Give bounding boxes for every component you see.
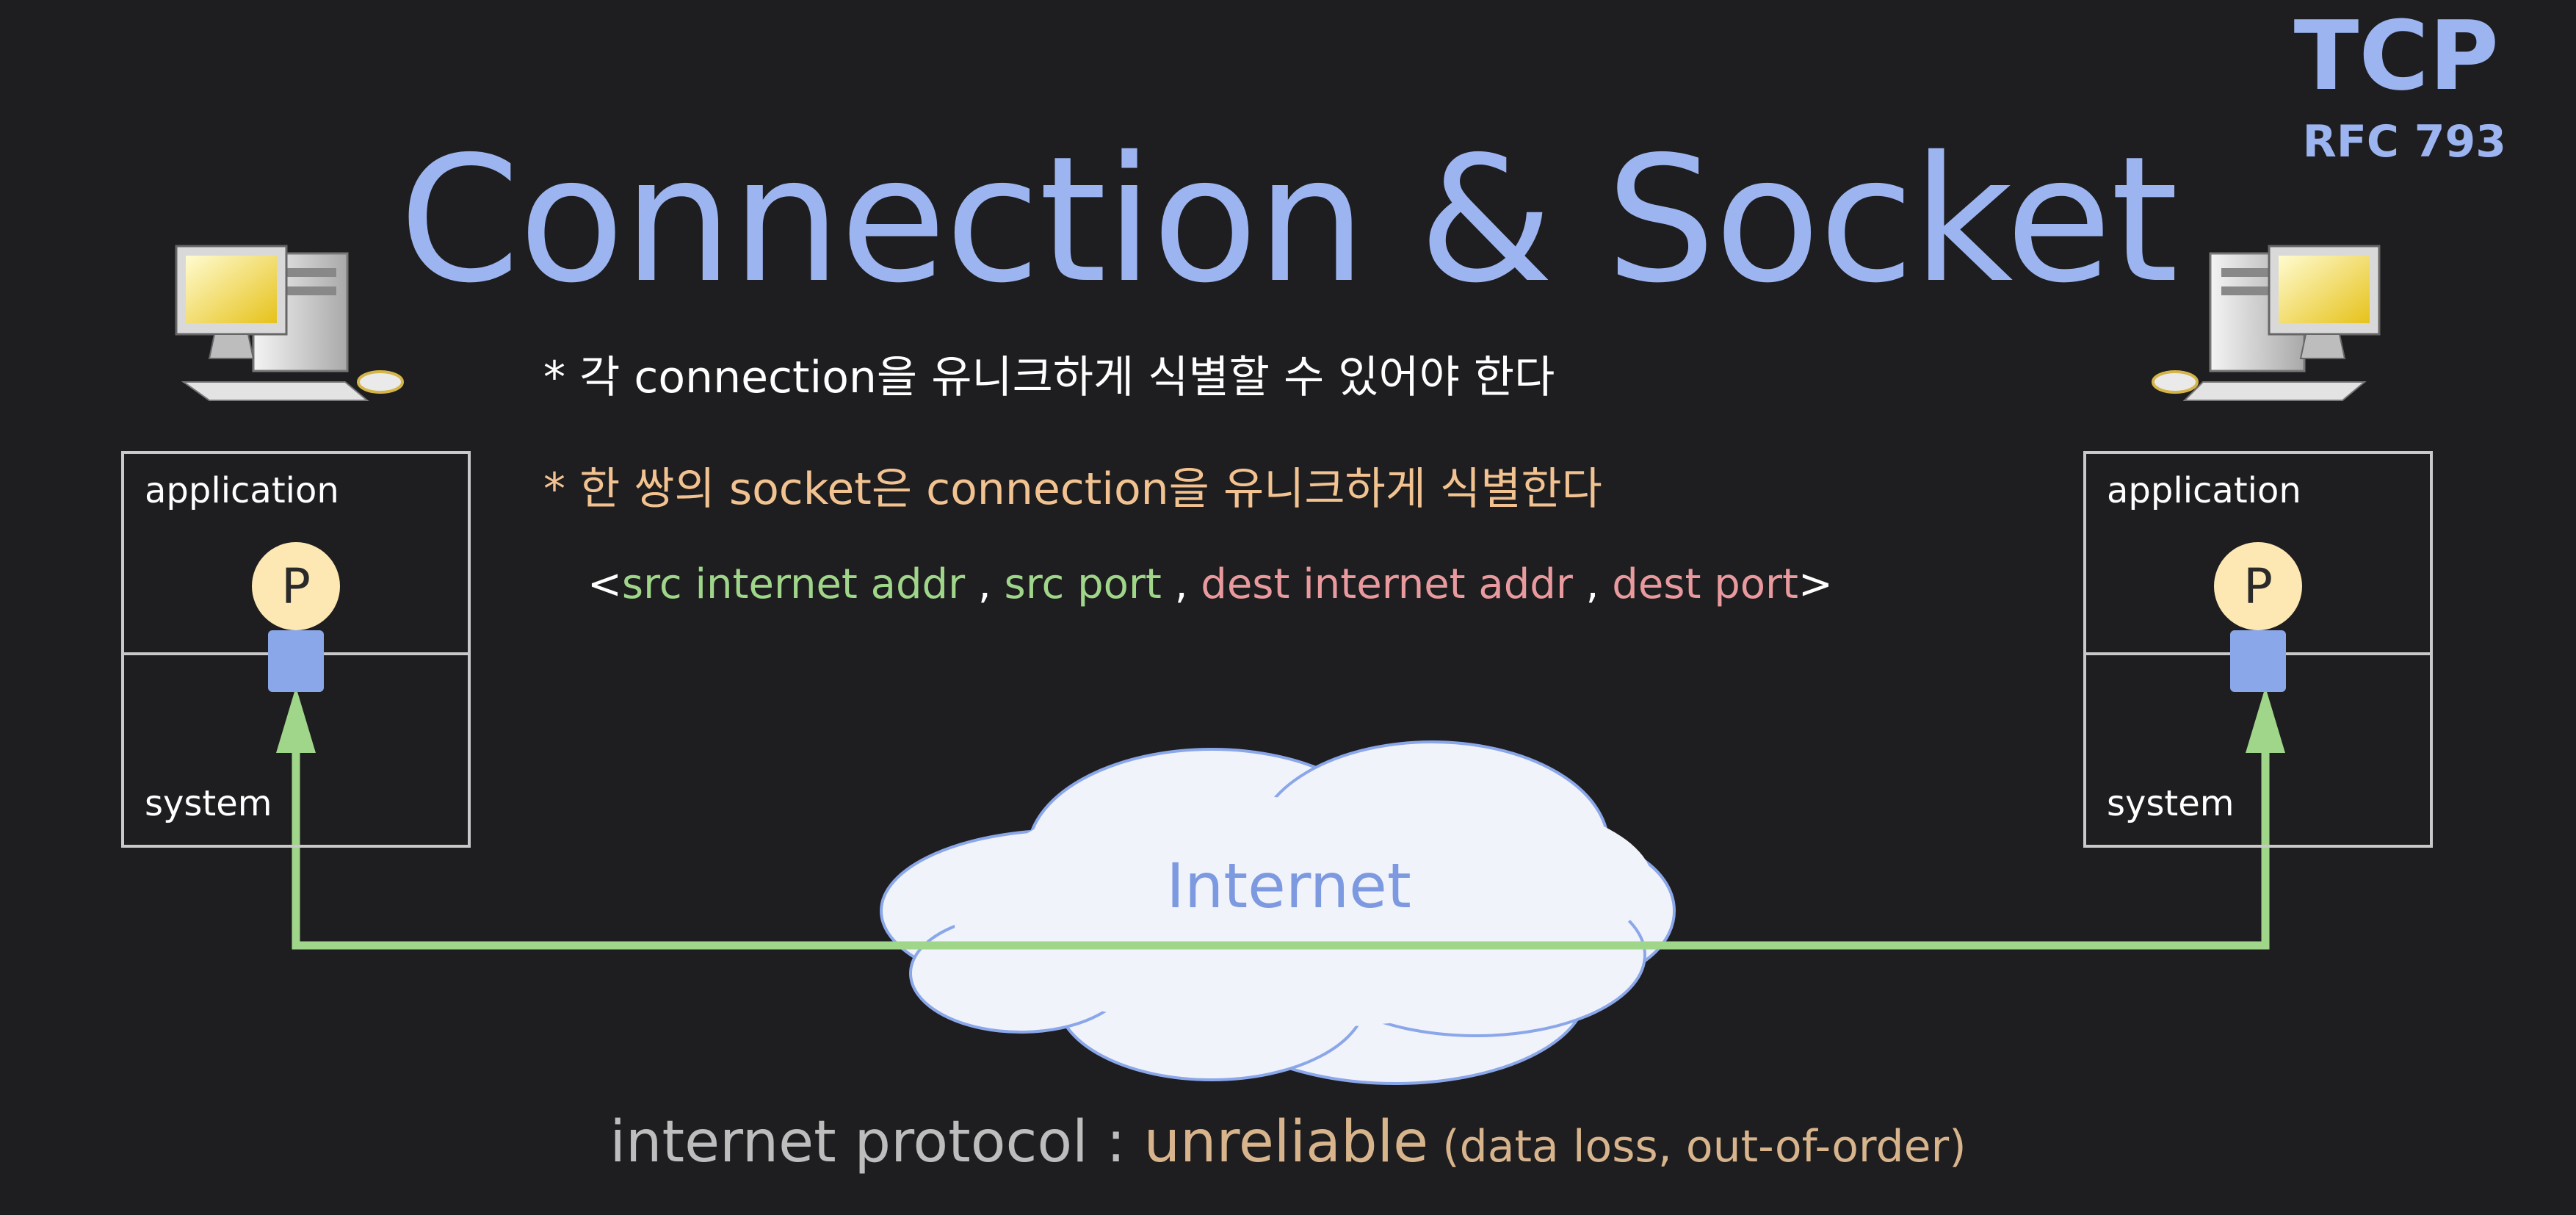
process-circle: P: [252, 542, 340, 630]
application-layer-label: application: [2107, 470, 2301, 511]
footer-prefix: internet protocol :: [609, 1109, 1144, 1175]
tuple-sep-1: ,: [965, 560, 1005, 608]
tuple-sep-3: ,: [1572, 560, 1613, 608]
process-circle: P: [2214, 542, 2302, 630]
tuple-close: >: [1798, 560, 1833, 608]
internet-label: Internet: [1166, 850, 1411, 922]
tuple-sep-2: ,: [1161, 560, 1201, 608]
host-box-right: application P system: [2083, 451, 2433, 848]
tuple-src-port: src port: [1004, 560, 1162, 608]
footer-detail: (data loss, out-of-order): [1428, 1121, 1967, 1172]
footer-unreliable: unreliable: [1143, 1109, 1429, 1175]
slide-title: Connection & Socket: [399, 119, 2178, 321]
footer-note: internet protocol : unreliable (data los…: [0, 1109, 2576, 1175]
tuple-src-addr: src internet addr: [621, 560, 966, 608]
socket-tuple: <src internet addr , src port , dest int…: [587, 560, 1833, 608]
system-layer-label: system: [145, 783, 272, 824]
bullet-unique-identification: * 각 connection을 유니크하게 식별할 수 있어야 한다: [543, 352, 1555, 403]
system-layer-label: system: [2107, 783, 2235, 824]
socket-square: [268, 630, 324, 692]
socket-square: [2230, 630, 2286, 692]
tuple-open: <: [587, 560, 622, 608]
tuple-dest-port: dest port: [1612, 560, 1799, 608]
bullet-socket-pair: * 한 쌍의 socket은 connection을 유니크하게 식별한다: [543, 464, 1602, 515]
tuple-dest-addr: dest internet addr: [1201, 560, 1573, 608]
protocol-name: TCP: [2293, 0, 2499, 112]
application-layer-label: application: [145, 470, 339, 511]
host-box-left: application P system: [121, 451, 471, 848]
